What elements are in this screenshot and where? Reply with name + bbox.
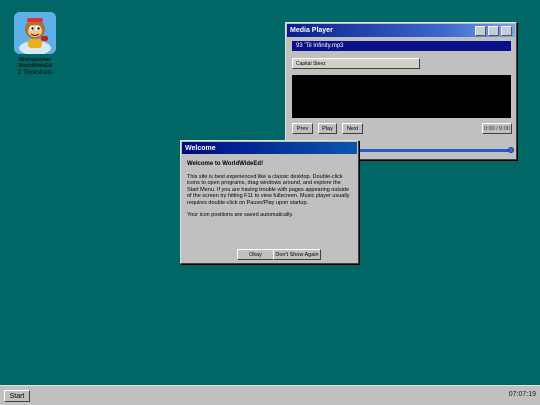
station-selector[interactable]: Capital Steez: [292, 58, 420, 69]
volume-slider-knob[interactable]: [508, 147, 514, 153]
welcome-title: Welcome: [185, 144, 216, 152]
minimize-button[interactable]: [475, 25, 486, 36]
media-player-titlebar[interactable]: Media Player: [287, 24, 515, 37]
close-button[interactable]: [501, 25, 512, 36]
okay-button[interactable]: Okay: [237, 249, 274, 260]
welcome-heading: Welcome to WorldWideEd!: [187, 161, 264, 167]
next-button[interactable]: Next: [342, 123, 363, 134]
dont-show-again-button[interactable]: Don't Show Again: [273, 249, 321, 260]
welcome-paragraph: This site is best experienced like a cla…: [187, 173, 350, 206]
play-button[interactable]: Play: [318, 123, 337, 134]
time-display: 0:00 / 0:00: [482, 123, 512, 134]
icon-name-text: Mishapsolver WorldWideEd: [18, 57, 52, 69]
monkey-character-icon: [14, 12, 56, 54]
media-player-title: Media Player: [290, 27, 333, 34]
welcome-dialog: Welcome Welcome to WorldWideEd! This sit…: [180, 140, 359, 264]
maximize-button[interactable]: [488, 25, 499, 36]
icon-caption: 2 Trickshots: [17, 69, 53, 76]
video-screen: [292, 75, 511, 118]
welcome-note: Your icon positions are saved automatica…: [187, 212, 294, 218]
now-playing-track: 93 'Til Infinity.mp3: [292, 41, 511, 51]
start-button[interactable]: Start: [4, 390, 30, 402]
prev-button[interactable]: Prev: [292, 123, 313, 134]
taskbar-clock: 07:07:19: [508, 391, 536, 398]
welcome-titlebar[interactable]: Welcome: [182, 142, 357, 154]
taskbar: Start 07:07:19: [0, 385, 540, 405]
desktop-icon-worldwideed[interactable]: Mishapsolver WorldWideEd 2 Trickshots: [10, 12, 60, 76]
